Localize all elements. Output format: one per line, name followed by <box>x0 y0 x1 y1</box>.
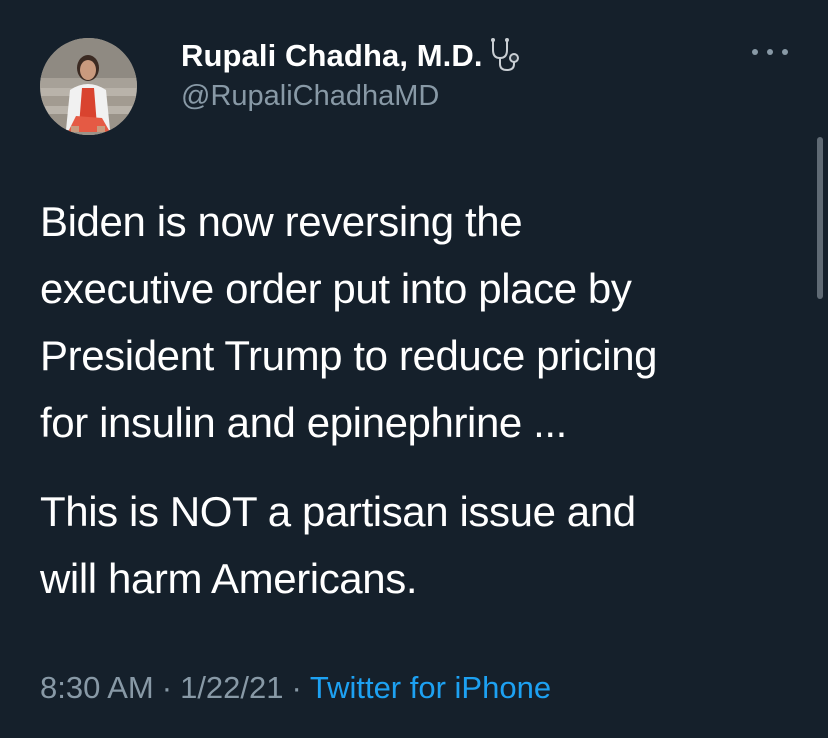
tweet-source-link[interactable]: Twitter for iPhone <box>310 670 551 706</box>
more-options-icon <box>752 49 758 55</box>
tweet-detail: Rupali Chadha, M.D. @RupaliChadhaMD Bide… <box>0 0 828 738</box>
stethoscope-icon <box>490 38 519 72</box>
tweet-date[interactable]: 1/22/21 <box>180 670 283 706</box>
author-handle[interactable]: @RupaliChadhaMD <box>181 80 439 113</box>
separator: · <box>291 670 302 705</box>
tweet-time[interactable]: 8:30 AM <box>40 670 154 706</box>
profile-photo <box>40 38 137 135</box>
display-name[interactable]: Rupali Chadha, M.D. <box>181 38 483 74</box>
avatar[interactable] <box>40 38 137 135</box>
scrollbar[interactable] <box>817 137 823 299</box>
tweet-paragraph: Biden is now reversing the executive ord… <box>40 198 658 446</box>
tweet-paragraph: This is NOT a partisan issue and will ha… <box>40 488 636 602</box>
more-options-button[interactable] <box>752 42 788 62</box>
more-options-icon-dot <box>767 49 773 55</box>
tweet-text: Biden is now reversing the executive ord… <box>40 188 800 612</box>
tweet-metadata: 8:30 AM · 1/22/21 · Twitter for iPhone <box>40 670 551 706</box>
author-name-row[interactable]: Rupali Chadha, M.D. <box>181 36 525 76</box>
separator: · <box>161 670 173 705</box>
more-options-icon-dot <box>782 49 788 55</box>
